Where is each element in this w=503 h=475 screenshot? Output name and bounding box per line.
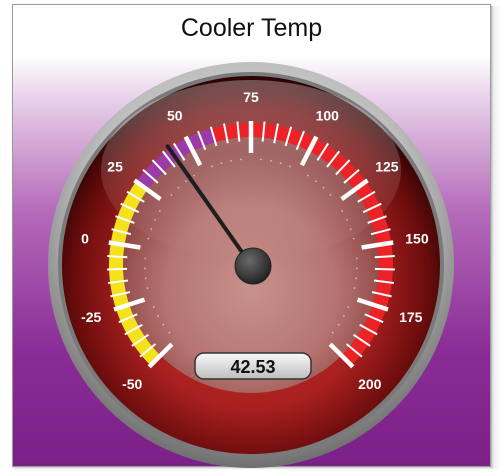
gauge-tick-label: 175 (399, 309, 423, 325)
gauge-minor-tick (374, 267, 395, 271)
gauge-guide-dot (306, 174, 309, 177)
gauge-tick-label: 0 (81, 231, 89, 247)
gauge-guide-dot (158, 210, 161, 212)
gauge-guide-dot (162, 323, 165, 326)
gauge-guide-dot (346, 218, 348, 221)
gauge-guide-dot (260, 158, 262, 161)
gauge-tick-label: 100 (316, 107, 340, 123)
gauge: -50 -25 0 25 50 75 100 125 150 175 200 42.53 (48, 62, 454, 468)
gauge-guide-dot (144, 277, 147, 280)
gauge-minor-tick (107, 254, 128, 259)
gauge-guide-dot (337, 323, 340, 326)
gauge-guide-dot (144, 257, 147, 260)
gauge-guide-dot (289, 165, 291, 168)
gauge-minor-tick (107, 267, 128, 271)
gauge-guide-dot (347, 306, 350, 308)
gauge-guide-dot (331, 331, 334, 334)
gauge-guide-dot (144, 267, 146, 270)
gauge-tick-label: 200 (358, 376, 382, 392)
gauge-tick-label: 75 (243, 89, 259, 105)
gauge-guide-dot (356, 267, 358, 270)
gauge-guide-dot (355, 277, 358, 280)
gauge-guide-dot (177, 186, 180, 189)
value-readout-text: 42.53 (230, 357, 275, 377)
gauge-guide-dot (170, 194, 173, 196)
gauge-guide-dot (341, 210, 344, 212)
gauge-hub (234, 247, 272, 285)
gauge-guide-dot (315, 180, 317, 183)
gauge-guide-dot (185, 180, 187, 183)
gauge-guide-dot (168, 331, 171, 334)
gauge-minor-tick (374, 254, 395, 259)
gauge-guide-dot (220, 162, 223, 165)
gauge-guide-dot (279, 162, 282, 165)
value-readout: 42.53 (194, 352, 312, 380)
gauge-tick-label: 150 (405, 231, 429, 247)
gauge-tick-label: 25 (107, 158, 123, 174)
gauge-guide-dot (322, 186, 325, 189)
gauge-tick-label: -25 (81, 309, 101, 325)
gauge-guide-dot (349, 228, 352, 230)
gauge-guide-dot (269, 159, 272, 162)
gauge-tick-label: -50 (122, 376, 142, 392)
gauge-guide-dot (353, 287, 356, 290)
gauge-guide-dot (150, 228, 153, 230)
gauge-guide-dot (342, 315, 345, 317)
gauge-guide-dot (211, 165, 213, 168)
gauge-guide-dot (152, 306, 155, 308)
gauge-guide-dot (146, 287, 149, 290)
gauge-guide-dot (355, 257, 358, 260)
gauge-guide-dot (157, 315, 160, 317)
gauge-tick-label: 125 (375, 158, 399, 174)
gauge-guide-dot (352, 237, 355, 240)
gauge-guide-dot (193, 174, 196, 177)
gauge-guide-dot (154, 218, 156, 221)
gauge-guide-dot (147, 237, 150, 240)
gauge-guide-dot (230, 159, 233, 162)
gauge-guide-dot (329, 194, 332, 196)
gauge-guide-dot (240, 158, 242, 161)
gauge-tick-label: 50 (167, 107, 183, 123)
